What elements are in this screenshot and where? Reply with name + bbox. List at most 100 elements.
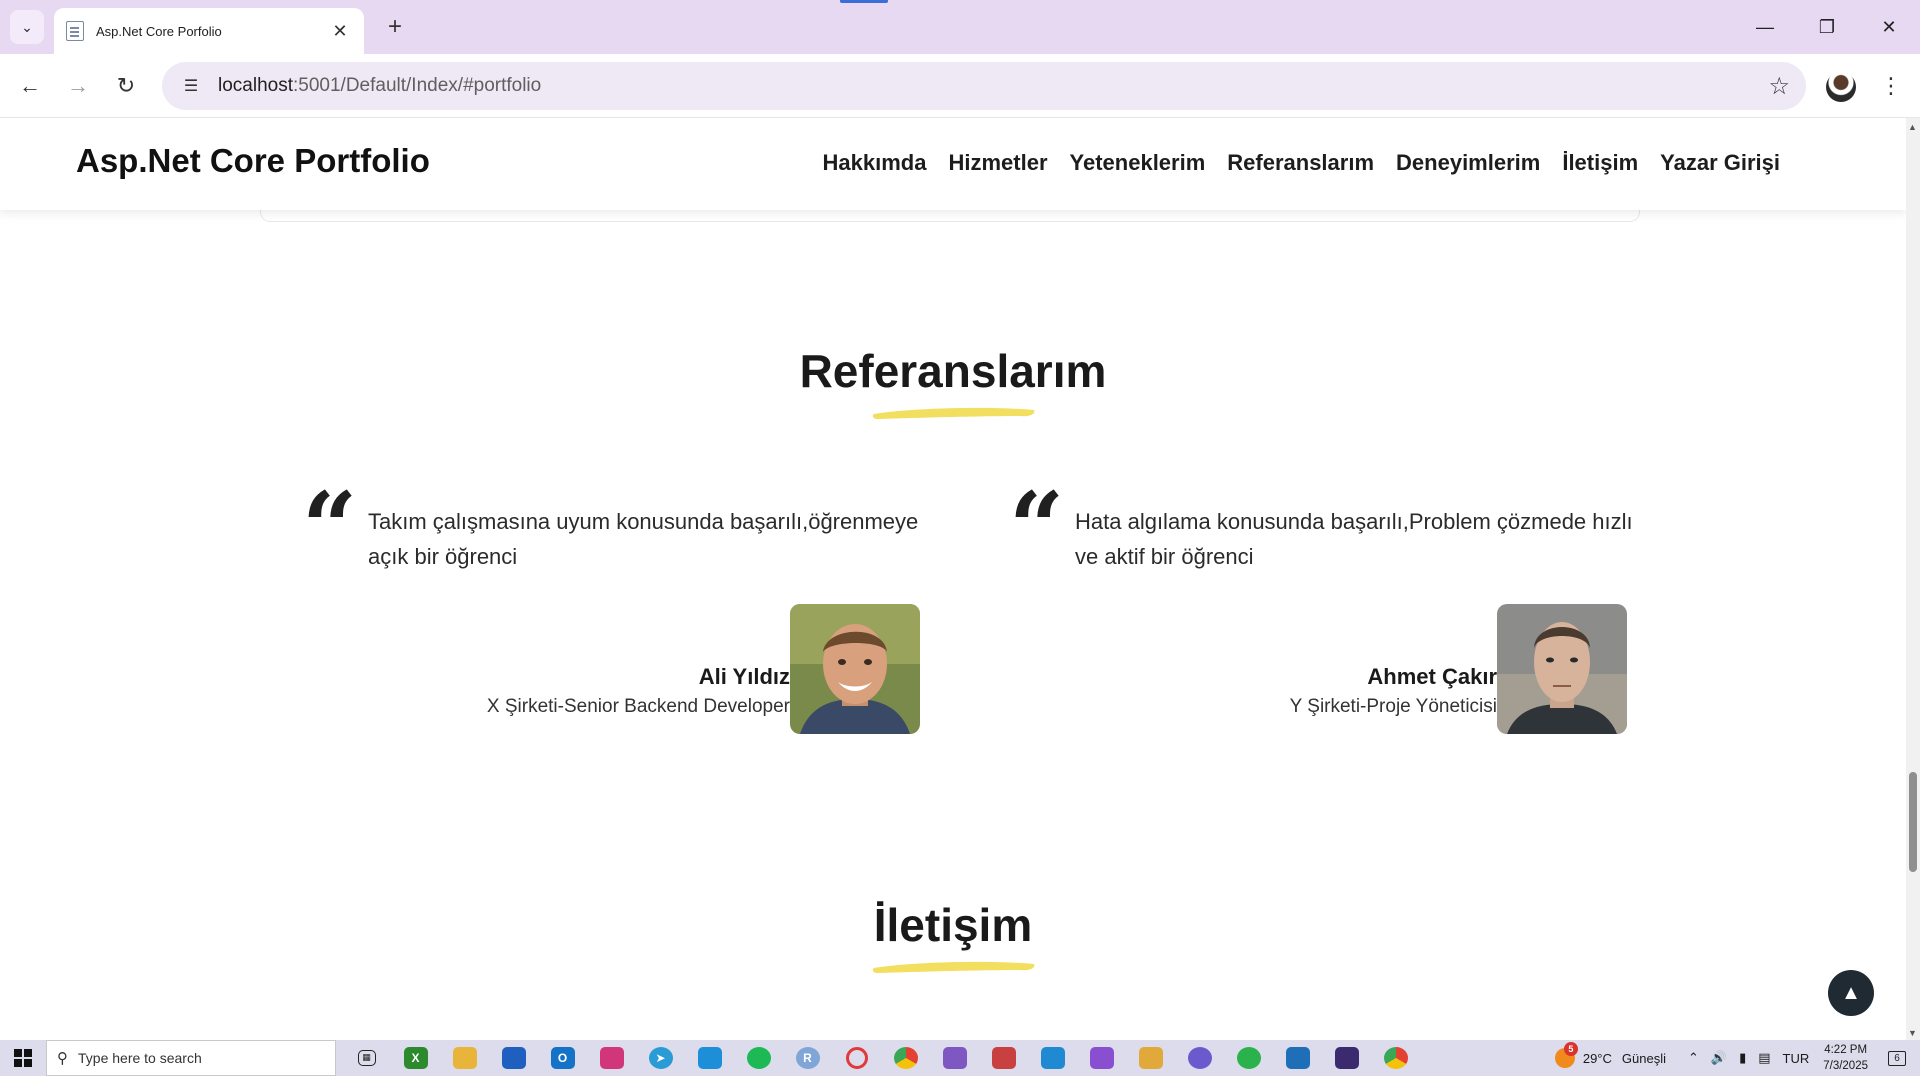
search-icon: ⚲ bbox=[57, 1050, 68, 1067]
prime-video-icon[interactable] bbox=[1273, 1040, 1322, 1076]
battery-icon[interactable]: ▮ bbox=[1739, 1050, 1746, 1066]
site-nav: Hakkımda Hizmetler Yeteneklerim Referans… bbox=[823, 150, 1780, 176]
whatsapp-icon[interactable] bbox=[1224, 1040, 1273, 1076]
chevron-up-icon[interactable]: ⌃ bbox=[1688, 1050, 1699, 1066]
visual-studio-2-icon[interactable] bbox=[1077, 1040, 1126, 1076]
site-header: Asp.Net Core Portfolio Hakkımda Hizmetle… bbox=[0, 118, 1906, 210]
telegram-icon[interactable]: ➤ bbox=[636, 1040, 685, 1076]
close-tab-icon[interactable]: ✕ bbox=[328, 21, 352, 42]
site-brand[interactable]: Asp.Net Core Portfolio bbox=[76, 142, 430, 180]
app-icon[interactable] bbox=[979, 1040, 1028, 1076]
clock-date: 7/3/2025 bbox=[1823, 1060, 1868, 1072]
back-to-top-button[interactable]: ▲ bbox=[1828, 970, 1874, 1016]
forward-button[interactable]: → bbox=[60, 68, 96, 104]
weather-desc: Güneşli bbox=[1621, 1050, 1666, 1066]
testimonial-name: Ahmet Çakır bbox=[1367, 664, 1497, 689]
testimonial-role: Y Şirketi-Proje Yöneticisi bbox=[1289, 696, 1497, 717]
file-explorer-icon[interactable] bbox=[440, 1040, 489, 1076]
notification-count: 6 bbox=[1888, 1050, 1906, 1066]
scroll-down-icon[interactable]: ▼ bbox=[1908, 1028, 1917, 1038]
weather-widget[interactable]: 5 29°C Güneşli bbox=[1554, 1042, 1666, 1068]
browser-tab-active[interactable]: Asp.Net Core Porfolio ✕ bbox=[54, 8, 364, 54]
new-tab-button[interactable]: + bbox=[380, 12, 410, 42]
nav-link-hizmetler[interactable]: Hizmetler bbox=[948, 150, 1047, 176]
taskbar-apps: ▦ X O ➤ R bbox=[342, 1040, 1420, 1076]
scroll-up-icon[interactable]: ▲ bbox=[1908, 122, 1917, 132]
back-button[interactable]: ← bbox=[12, 68, 48, 104]
taskbar-clock[interactable]: 4:22 PM 7/3/2025 bbox=[1823, 1042, 1868, 1074]
site-info-icon[interactable]: ☰ bbox=[178, 73, 204, 99]
title-underline bbox=[872, 961, 1035, 973]
instagram-icon[interactable] bbox=[587, 1040, 636, 1076]
previous-section-card bbox=[260, 210, 1640, 222]
page-favicon-icon bbox=[66, 21, 84, 41]
twitter-icon[interactable] bbox=[685, 1040, 734, 1076]
weather-temp: 29°C bbox=[1582, 1050, 1612, 1066]
scrollbar-thumb[interactable] bbox=[1909, 772, 1917, 872]
outlook-icon[interactable]: O bbox=[538, 1040, 587, 1076]
testimonial-card: “ Takım çalışmasına uyum konusunda başar… bbox=[302, 480, 942, 760]
podcast-icon[interactable] bbox=[1175, 1040, 1224, 1076]
browser-menu-icon[interactable]: ⋮ bbox=[1876, 70, 1906, 102]
r-app-icon[interactable]: R bbox=[783, 1040, 832, 1076]
vscode-icon[interactable] bbox=[1028, 1040, 1077, 1076]
reload-button[interactable]: ↻ bbox=[108, 68, 144, 104]
spotify-icon[interactable] bbox=[734, 1040, 783, 1076]
nav-link-referanslarim[interactable]: Referanslarım bbox=[1227, 150, 1374, 176]
testimonial-avatar bbox=[1497, 604, 1627, 734]
xbox-icon[interactable]: X bbox=[391, 1040, 440, 1076]
notification-icon[interactable]: 6 bbox=[1882, 1046, 1912, 1070]
windows-logo-icon bbox=[14, 1049, 32, 1067]
address-bar[interactable]: ☰ localhost:5001/Default/Index/#portfoli… bbox=[162, 62, 1806, 110]
system-tray: 5 29°C Güneşli ⌃ 🔊 ▮ ▤ TUR 4:22 PM 7/3/2… bbox=[1554, 1040, 1920, 1076]
profile-avatar[interactable] bbox=[1826, 72, 1856, 102]
nav-link-deneyimlerim[interactable]: Deneyimlerim bbox=[1396, 150, 1540, 176]
opera-icon[interactable] bbox=[832, 1040, 881, 1076]
nav-link-yazar-girisi[interactable]: Yazar Girişi bbox=[1660, 150, 1780, 176]
page-viewport: Asp.Net Core Portfolio Hakkımda Hizmetle… bbox=[0, 118, 1906, 1040]
visual-studio-icon[interactable] bbox=[930, 1040, 979, 1076]
section-title-iletisim: İletişim bbox=[873, 899, 1033, 951]
chevron-up-icon: ▲ bbox=[1841, 981, 1861, 1004]
chrome-icon[interactable] bbox=[881, 1040, 930, 1076]
task-view-icon[interactable]: ▦ bbox=[342, 1040, 391, 1076]
url-path: :5001/Default/Index/#portfolio bbox=[293, 75, 542, 96]
minimize-button[interactable]: — bbox=[1742, 10, 1788, 44]
close-window-button[interactable]: ✕ bbox=[1866, 10, 1912, 44]
start-button[interactable] bbox=[0, 1040, 46, 1076]
testimonial-avatar bbox=[790, 604, 920, 734]
nav-link-hakkimda[interactable]: Hakkımda bbox=[823, 150, 927, 176]
weather-sun-icon: 5 bbox=[1554, 1042, 1578, 1068]
tray-icons: ⌃ 🔊 ▮ ▤ TUR bbox=[1688, 1050, 1809, 1066]
chrome-profile-icon[interactable] bbox=[1371, 1040, 1420, 1076]
url-text[interactable]: localhost:5001/Default/Index/#portfolio bbox=[218, 75, 1768, 97]
testimonial-name: Ali Yıldız bbox=[698, 664, 790, 689]
weather-badge: 5 bbox=[1563, 1042, 1578, 1056]
chevron-down-icon: ⌄ bbox=[21, 18, 33, 35]
page-scrollbar[interactable]: ▲ ▼ bbox=[1906, 118, 1920, 1040]
restore-button[interactable]: ❐ bbox=[1804, 10, 1850, 44]
quote-icon: “ bbox=[1009, 471, 1065, 584]
nav-link-yeteneklerim[interactable]: Yeteneklerim bbox=[1070, 150, 1206, 176]
title-underline bbox=[872, 407, 1035, 419]
tab-search-button[interactable]: ⌄ bbox=[10, 10, 44, 44]
taskbar-search-placeholder: Type here to search bbox=[78, 1050, 202, 1066]
taskbar-search[interactable]: ⚲ Type here to search bbox=[46, 1040, 336, 1076]
section-title-referanslar: Referanslarım bbox=[799, 345, 1107, 397]
language-indicator[interactable]: TUR bbox=[1783, 1051, 1810, 1066]
terminal-icon[interactable] bbox=[1322, 1040, 1371, 1076]
volume-icon[interactable]: 🔊 bbox=[1711, 1050, 1727, 1066]
url-host: localhost bbox=[218, 75, 293, 96]
browser-tab-strip: ⌄ Asp.Net Core Porfolio ✕ + — ❐ ✕ bbox=[0, 0, 1920, 54]
browser-toolbar: ← → ↻ ☰ localhost:5001/Default/Index/#po… bbox=[0, 54, 1920, 118]
testimonial-card: “ Hata algılama konusunda başarılı,Probl… bbox=[1009, 480, 1649, 760]
bookmark-star-icon[interactable]: ☆ bbox=[1768, 72, 1790, 101]
microsoft-store-icon[interactable] bbox=[489, 1040, 538, 1076]
tools-icon[interactable] bbox=[1126, 1040, 1175, 1076]
network-icon[interactable]: ▤ bbox=[1758, 1050, 1770, 1066]
drag-indicator bbox=[840, 0, 888, 3]
windows-taskbar: ⚲ Type here to search ▦ X O ➤ R 5 29°C G… bbox=[0, 1040, 1920, 1076]
testimonial-role: X Şirketi-Senior Backend Developer bbox=[486, 696, 790, 717]
nav-link-iletisim[interactable]: İletişim bbox=[1562, 150, 1638, 176]
testimonial-quote: Takım çalışmasına uyum konusunda başarıl… bbox=[368, 509, 919, 569]
